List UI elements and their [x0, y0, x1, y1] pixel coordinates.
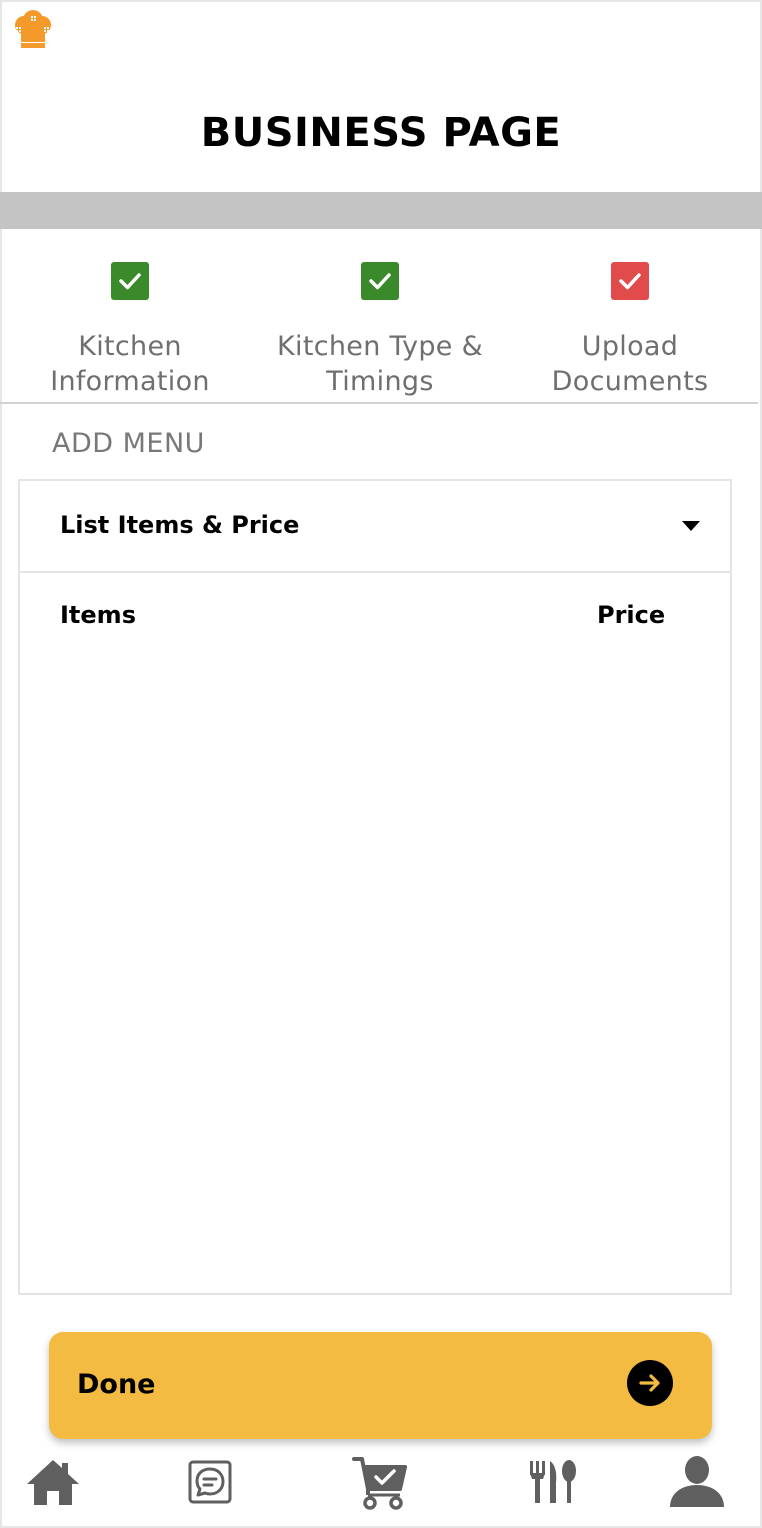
caret-down-icon[interactable]	[682, 521, 700, 531]
cart-check-icon	[352, 1457, 407, 1510]
step-label-line2: Timings	[326, 366, 434, 397]
step-label-line2: Documents	[551, 366, 709, 397]
list-items-dropdown[interactable]: List Items & Price	[20, 481, 730, 573]
chef-hat-icon	[12, 10, 54, 50]
checkbox-checked-icon[interactable]	[611, 262, 649, 300]
nav-profile[interactable]	[667, 1450, 727, 1514]
step-indicator: Kitchen Information Kitchen Type & Timin…	[0, 229, 762, 405]
step-label-line1: Upload	[581, 331, 679, 362]
dropdown-label: List Items & Price	[60, 511, 300, 539]
checkbox-checked-icon[interactable]	[111, 262, 149, 300]
step-label-line2: Information	[50, 366, 210, 397]
chat-icon	[188, 1460, 232, 1504]
nav-menu[interactable]	[522, 1450, 582, 1514]
column-header-price: Price	[597, 601, 666, 629]
page-title: BUSINESS PAGE	[200, 110, 562, 156]
home-icon	[27, 1460, 79, 1505]
step-label-line1: Kitchen Type &	[277, 331, 483, 362]
divider	[0, 402, 758, 404]
fork-knife-icon	[530, 1460, 576, 1503]
column-header-items: Items	[60, 601, 136, 629]
checkbox-checked-icon[interactable]	[361, 262, 399, 300]
step-label-line1: Kitchen	[78, 331, 182, 362]
nav-home[interactable]	[23, 1450, 83, 1514]
nav-orders[interactable]	[350, 1450, 410, 1514]
done-button[interactable]: Done	[49, 1332, 712, 1439]
user-icon	[670, 1456, 724, 1507]
nav-messages[interactable]	[180, 1450, 240, 1514]
progress-bar	[0, 192, 762, 229]
section-title: ADD MENU	[52, 428, 205, 459]
bottom-navigation	[0, 1442, 762, 1528]
menu-card: List Items & Price Items Price	[18, 479, 732, 1295]
arrow-right-icon	[627, 1360, 673, 1406]
done-button-label: Done	[77, 1369, 156, 1400]
